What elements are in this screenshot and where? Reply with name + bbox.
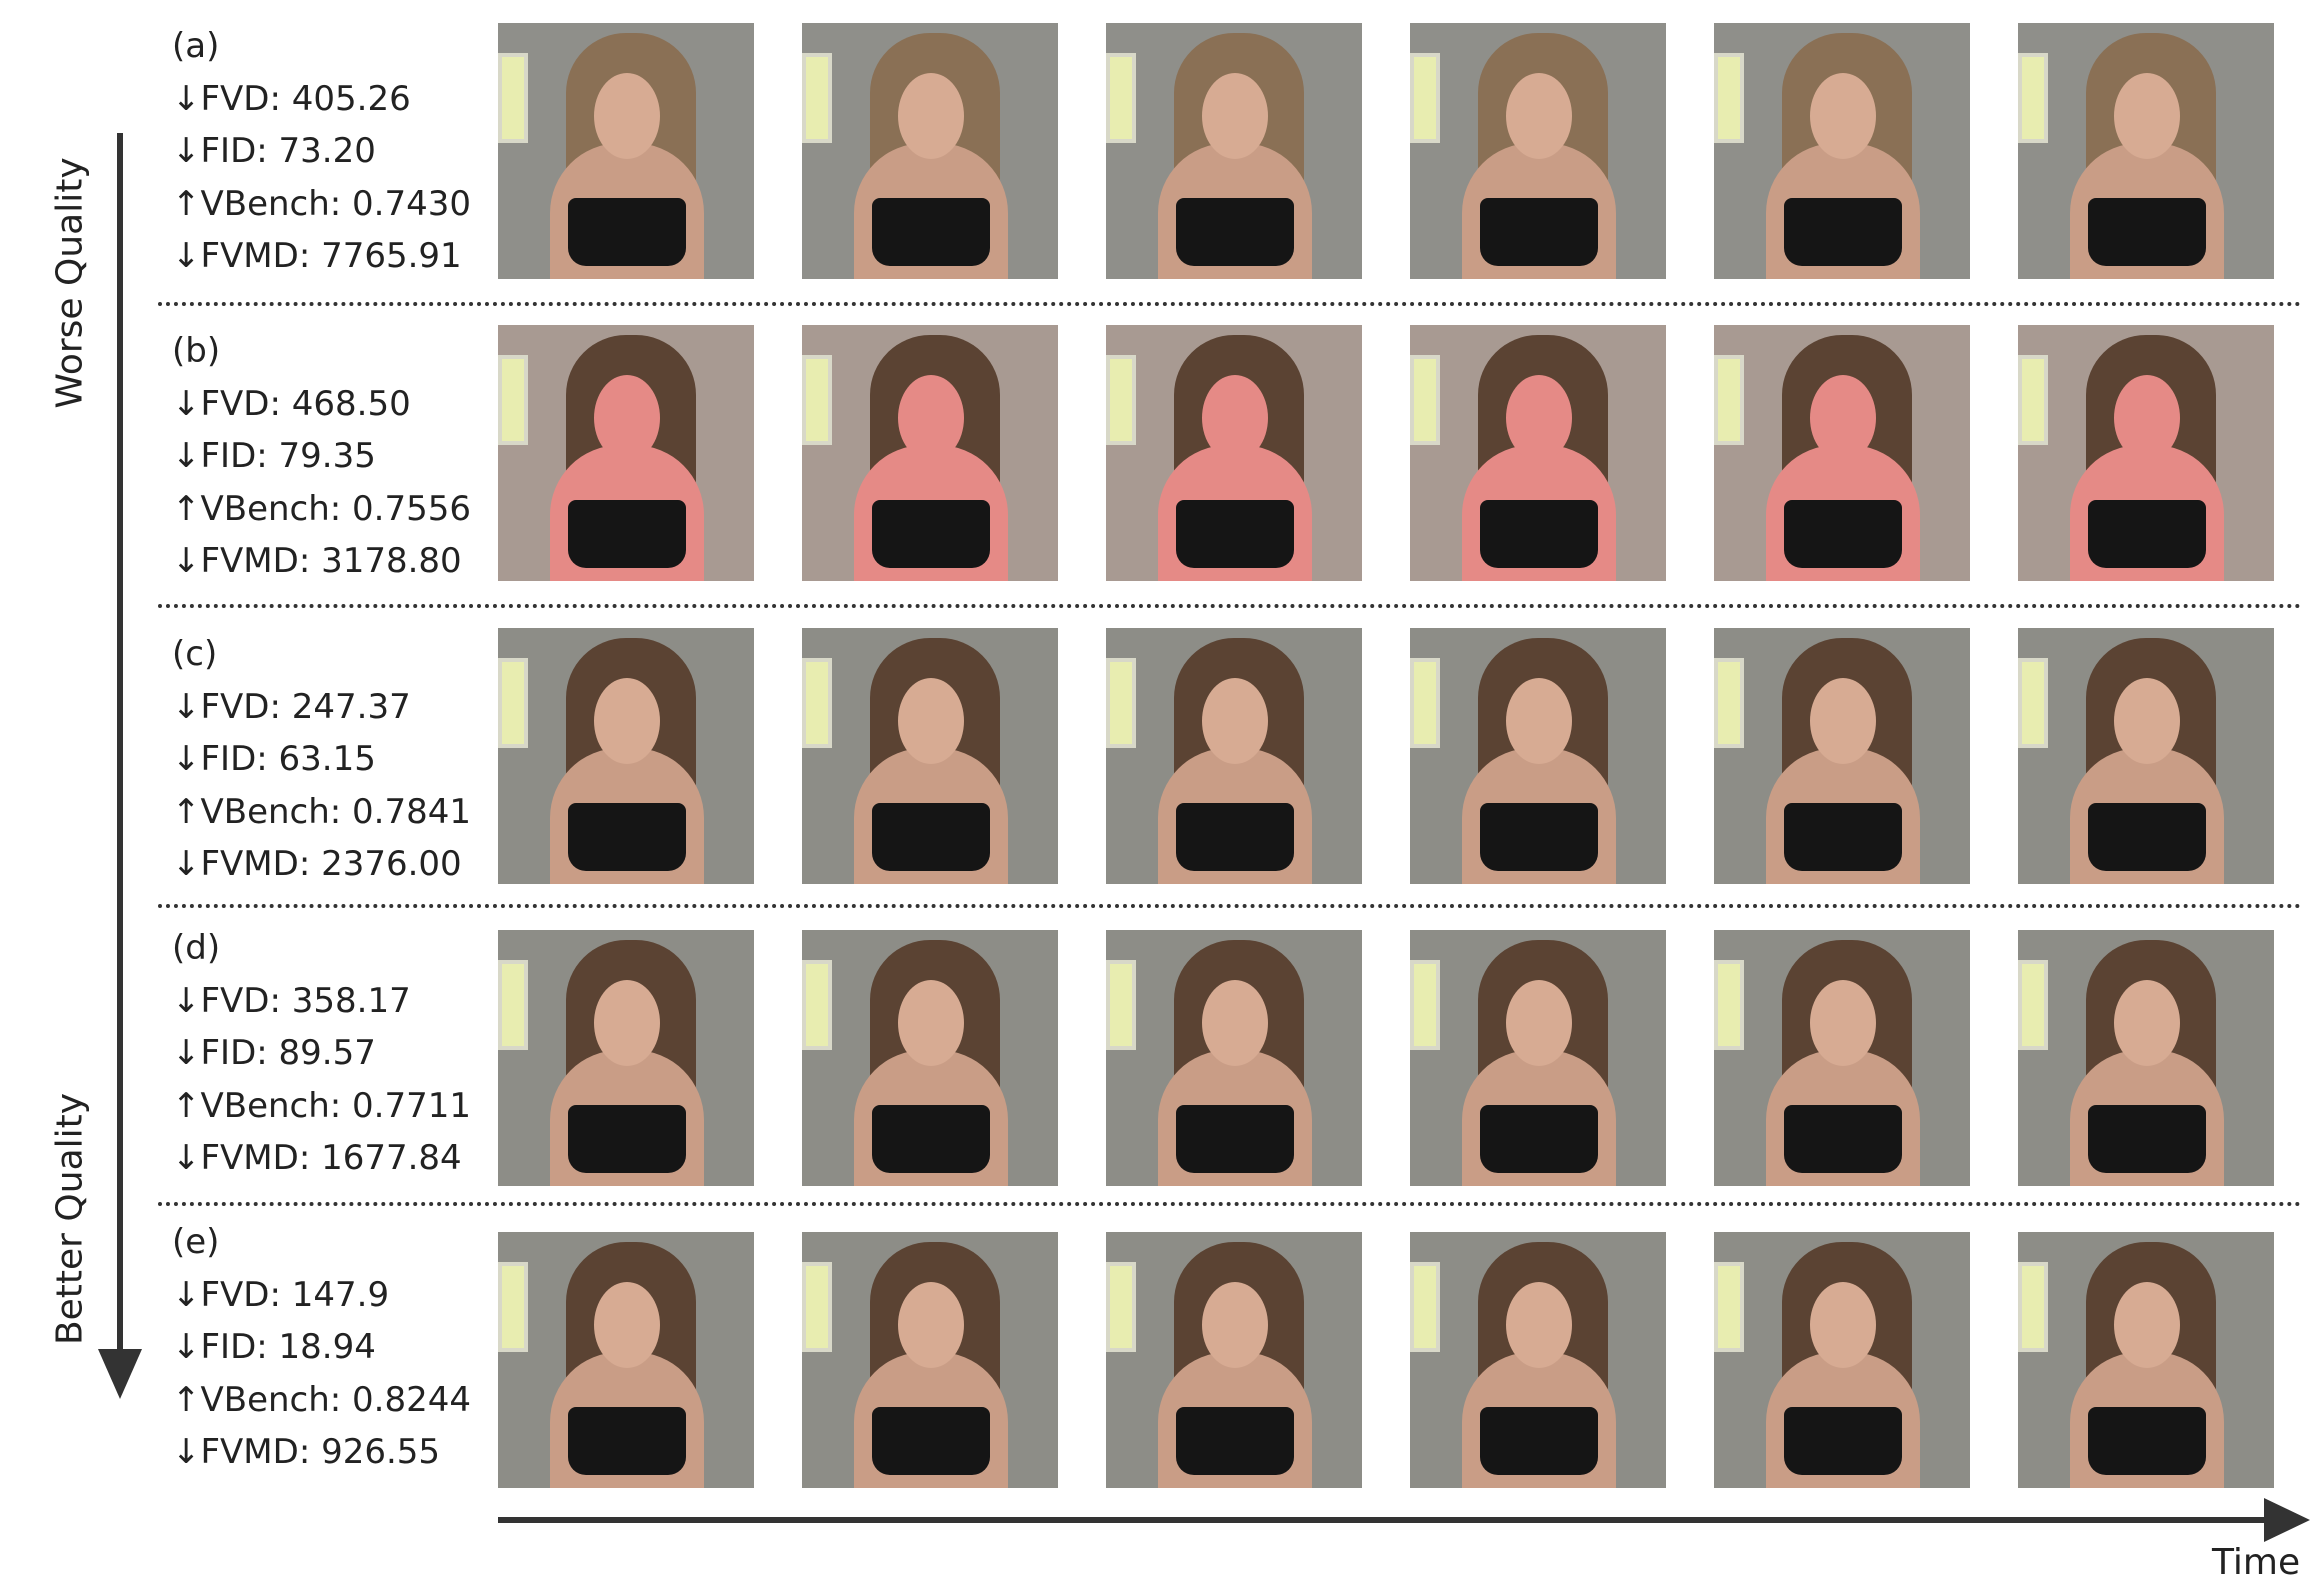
time-axis-label: Time: [2212, 1542, 2301, 1583]
row-separator: [158, 904, 2302, 908]
video-frame: [802, 23, 1058, 279]
fvmd-metric: ↓FVMD: 7765.91: [172, 236, 462, 276]
video-frame: [2018, 930, 2274, 1186]
video-frame: [1714, 1232, 1970, 1488]
fvmd-metric: ↓FVMD: 2376.00: [172, 844, 462, 884]
vbench-metric: ↑VBench: 0.7556: [172, 488, 472, 529]
video-frame: [2018, 23, 2274, 279]
row-metrics: (a) ↓FVD: 405.26 ↓FID: 73.20 ↑VBench: 0.…: [172, 20, 471, 283]
video-frame: [498, 325, 754, 581]
video-frame: [1714, 628, 1970, 884]
video-frame: [802, 1232, 1058, 1488]
video-frame: [2018, 628, 2274, 884]
video-frame: [1410, 1232, 1666, 1488]
video-frame: [1410, 325, 1666, 581]
fid-metric: ↓FID: 79.35: [172, 436, 376, 476]
row-separator: [158, 604, 2302, 608]
fvd-metric: ↓FVD: 405.26: [172, 78, 411, 119]
video-frame: [1410, 23, 1666, 279]
fid-metric: ↓FID: 18.94: [172, 1327, 376, 1367]
row-id-label: (c): [172, 634, 218, 674]
video-frame: [1106, 930, 1362, 1186]
video-frame: [498, 23, 754, 279]
video-frame: [1106, 325, 1362, 581]
video-frame: [1106, 1232, 1362, 1488]
fvmd-metric: ↓FVMD: 926.55: [172, 1432, 441, 1472]
row-id-label: (d): [172, 928, 221, 968]
video-frame: [802, 628, 1058, 884]
row-metrics: (b) ↓FVD: 468.50 ↓FID: 79.35 ↑VBench: 0.…: [172, 325, 471, 588]
video-frame: [1410, 930, 1666, 1186]
row-id-label: (a): [172, 26, 220, 66]
row-separator: [158, 302, 2302, 306]
row-id-label: (e): [172, 1222, 220, 1262]
fvmd-metric: ↓FVMD: 1677.84: [172, 1138, 462, 1178]
worse-quality-label: Worse Quality: [49, 157, 91, 409]
video-frame: [498, 1232, 754, 1488]
video-frame: [1714, 23, 1970, 279]
video-frame: [2018, 325, 2274, 581]
video-frame: [802, 930, 1058, 1186]
video-frame: [1410, 628, 1666, 884]
time-axis-line: [498, 1517, 2266, 1523]
video-frame: [498, 628, 754, 884]
vbench-metric: ↑VBench: 0.7841: [172, 791, 472, 832]
quality-axis-line: [117, 133, 123, 1351]
row-metrics: (e) ↓FVD: 147.9 ↓FID: 18.94 ↑VBench: 0.8…: [172, 1216, 471, 1479]
fvd-metric: ↓FVD: 247.37: [172, 686, 411, 727]
row-separator: [158, 1202, 2302, 1206]
row-id-label: (b): [172, 331, 221, 371]
row-metrics: (d) ↓FVD: 358.17 ↓FID: 89.57 ↑VBench: 0.…: [172, 922, 471, 1185]
row-metrics: (c) ↓FVD: 247.37 ↓FID: 63.15 ↑VBench: 0.…: [172, 628, 471, 891]
video-frame: [802, 325, 1058, 581]
fvd-metric: ↓FVD: 358.17: [172, 980, 411, 1021]
video-frame: [2018, 1232, 2274, 1488]
fid-metric: ↓FID: 73.20: [172, 131, 376, 171]
better-quality-label: Better Quality: [49, 1092, 91, 1346]
vbench-metric: ↑VBench: 0.7711: [172, 1085, 472, 1126]
time-axis-arrowhead: [2264, 1498, 2310, 1542]
fvd-metric: ↓FVD: 468.50: [172, 383, 411, 424]
quality-axis-arrowhead: [98, 1349, 142, 1399]
fid-metric: ↓FID: 63.15: [172, 739, 376, 779]
fvd-metric: ↓FVD: 147.9: [172, 1274, 390, 1315]
video-frame: [1714, 325, 1970, 581]
vbench-metric: ↑VBench: 0.8244: [172, 1379, 472, 1420]
fid-metric: ↓FID: 89.57: [172, 1033, 376, 1073]
fvmd-metric: ↓FVMD: 3178.80: [172, 541, 462, 581]
vbench-metric: ↑VBench: 0.7430: [172, 183, 472, 224]
video-frame: [1106, 628, 1362, 884]
video-frame: [1714, 930, 1970, 1186]
video-frame: [498, 930, 754, 1186]
video-frame: [1106, 23, 1362, 279]
